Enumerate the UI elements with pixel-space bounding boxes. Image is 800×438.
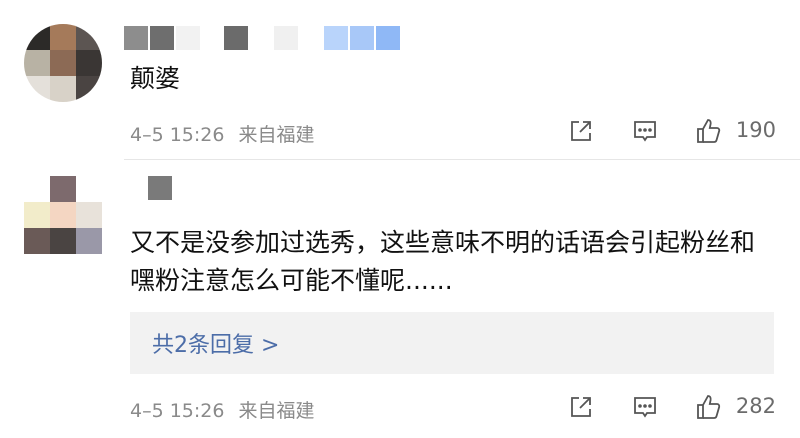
comment-text: 又不是没参加过选秀，这些意味不明的话语会引起粉丝和嘿粉注意怎么可能不懂呢....… [130, 228, 756, 295]
comment-actions: 282 [566, 392, 776, 422]
comment-meta: 4–5 15:26 来自福建 [130, 120, 315, 147]
comment-text: 颠婆 [130, 64, 181, 93]
comment-icon[interactable] [630, 116, 660, 146]
comment-meta: 4–5 15:26 来自福建 [130, 396, 315, 423]
comment-item: 颠婆 4–5 15:26 来自福建 190 [0, 0, 800, 160]
view-replies-link[interactable]: 共2条回复 > [152, 327, 279, 359]
like-count: 282 [735, 394, 776, 418]
comment-item: 又不是没参加过选秀，这些意味不明的话语会引起粉丝和嘿粉注意怎么可能不懂呢....… [0, 160, 800, 438]
comment-location: 来自福建 [238, 124, 315, 146]
avatar[interactable] [24, 24, 102, 102]
like-count: 190 [735, 118, 776, 142]
comment-actions: 190 [566, 116, 776, 146]
like-icon[interactable] [694, 392, 724, 422]
comment-icon[interactable] [630, 392, 660, 422]
share-icon[interactable] [566, 392, 596, 422]
comment-time: 4–5 15:26 [130, 124, 225, 146]
share-icon[interactable] [566, 116, 596, 146]
comment-time: 4–5 15:26 [130, 400, 225, 422]
replies-box[interactable]: 共2条回复 > [130, 312, 774, 374]
comment-location: 来自福建 [238, 400, 315, 422]
avatar[interactable] [24, 176, 102, 254]
like-icon[interactable] [694, 116, 724, 146]
